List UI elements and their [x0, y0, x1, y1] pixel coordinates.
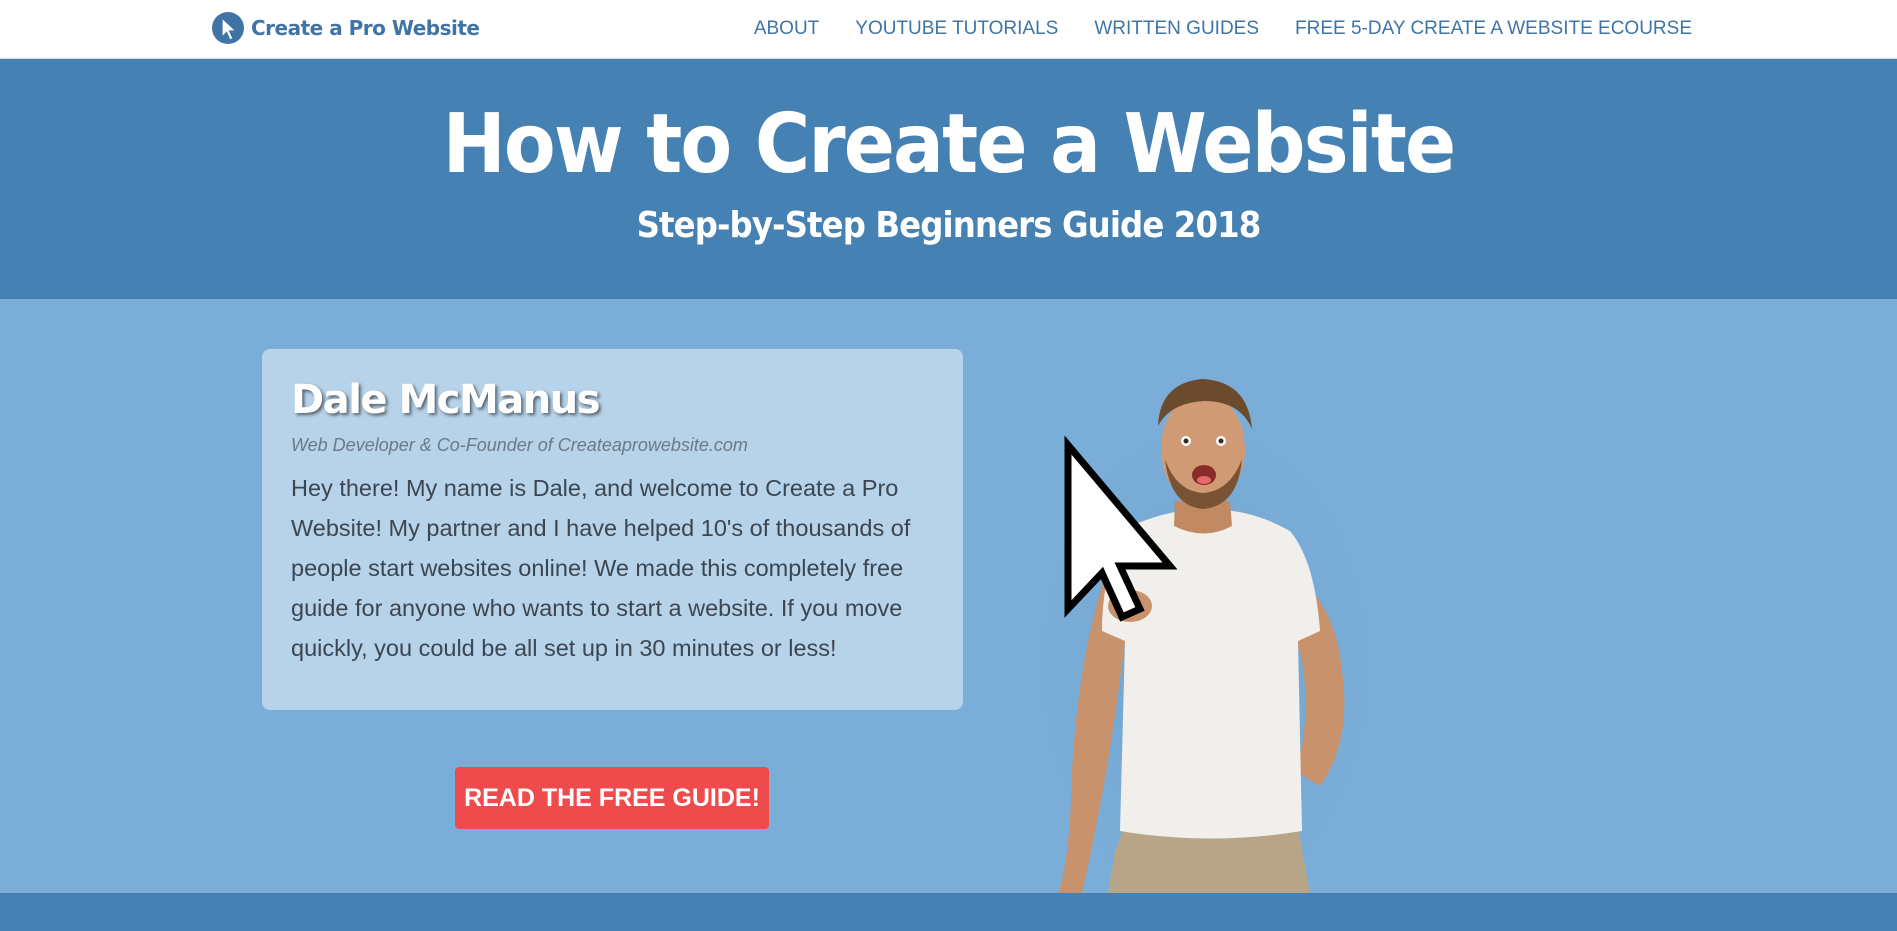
nav-written-guides[interactable]: WRITTEN GUIDES: [1094, 18, 1259, 40]
intro-text: Hey there! My name is Dale, and welcome …: [291, 475, 911, 661]
page-title: How to Create a Website: [442, 97, 1457, 192]
hero-banner: How to Create a Website Step-by-Step Beg…: [0, 59, 1897, 299]
nav-about[interactable]: ABOUT: [754, 18, 819, 40]
footer-band: [0, 893, 1897, 931]
man-pointing-with-cursor-photo: [1020, 371, 1390, 893]
page-subtitle: Step-by-Step Beginners Guide 2018: [636, 205, 1262, 246]
author-role: Web Developer & Co-Founder of Createapro…: [291, 435, 748, 455]
site-logo[interactable]: Create a Pro Website: [211, 11, 480, 45]
author-intro-card: Dale McManus Web Developer & Co-Founder …: [262, 349, 963, 710]
author-name: Dale McManus: [291, 377, 601, 423]
logo-text: Create a Pro Website: [251, 16, 480, 40]
intro-section: Dale McManus Web Developer & Co-Founder …: [0, 299, 1897, 893]
main-nav: ABOUT YOUTUBE TUTORIALS WRITTEN GUIDES F…: [754, 0, 1692, 58]
nav-free-ecourse[interactable]: FREE 5-DAY CREATE A WEBSITE ECOURSE: [1295, 18, 1692, 40]
read-free-guide-button[interactable]: READ THE FREE GUIDE!: [455, 767, 769, 829]
top-navigation-bar: Create a Pro Website ABOUT YOUTUBE TUTOR…: [0, 0, 1897, 59]
nav-youtube-tutorials[interactable]: YOUTUBE TUTORIALS: [855, 18, 1058, 40]
cursor-globe-icon: [212, 12, 244, 44]
